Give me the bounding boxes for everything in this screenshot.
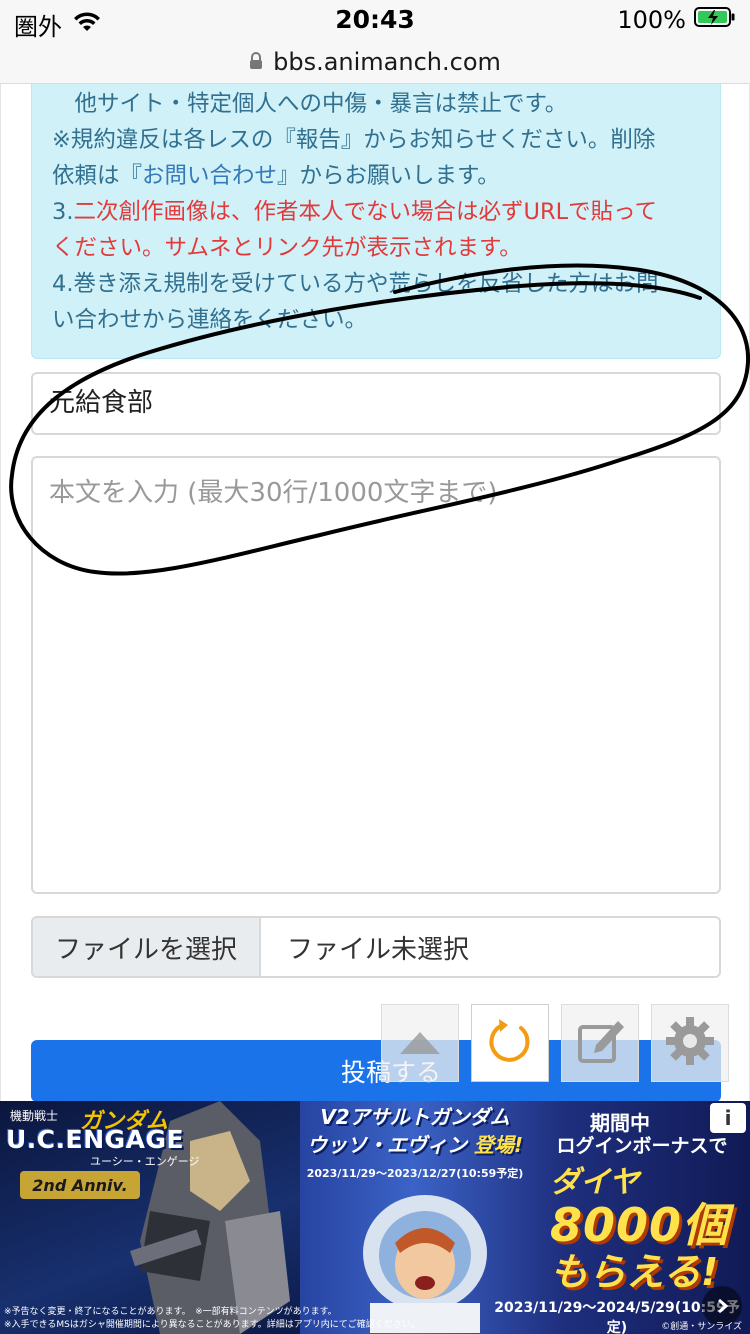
notice-warning-text: ください。サムネとリンク先が表示されます。 (52, 235, 522, 261)
ad-logo-small: 機動戦士 (10, 1109, 59, 1123)
notice-line: 4.巻き添え規制を受けている方や荒らしを反省した方はお問 (52, 271, 659, 297)
body-placeholder: 本文を入力 (最大30行/1000文字まで) (49, 478, 498, 508)
screen: 圏外 20:43 100% bbs.animanch.com 他サイト・特定個人… (0, 0, 750, 1334)
scroll-top-button[interactable] (381, 1004, 459, 1082)
ad-info-icon[interactable]: i (710, 1103, 746, 1133)
status-right: 100% (617, 6, 736, 34)
battery-percent: 100% (617, 6, 686, 34)
notice-warning-text: 二次創作画像は、作者本人でない場合は必ずURLで貼って (73, 199, 657, 225)
name-input[interactable]: 元給食部 (31, 372, 721, 435)
settings-button[interactable] (651, 1004, 729, 1082)
gear-icon (663, 1014, 717, 1072)
file-input[interactable]: ファイルを選択 ファイル未選択 (31, 916, 721, 978)
url-domain: bbs.animanch.com (273, 47, 501, 76)
ad-promo-cta: もらえる! (550, 1250, 719, 1294)
status-bar: 圏外 20:43 100% (0, 0, 750, 41)
refresh-icon (485, 1016, 535, 1070)
anniversary-badge: 2nd Anniv. (20, 1171, 140, 1199)
notice-line: 依頼は『お問い合わせ』からお願いします。 (52, 158, 720, 194)
ad-banner[interactable]: 機動戦士 ガンダム U.C.ENGAGE ユーシー・エンゲージ 2nd Anni… (0, 1101, 750, 1334)
ad-headline-line: ウッソ・エヴィン 登場! (300, 1131, 530, 1159)
ad-game-logo-area: 機動戦士 ガンダム U.C.ENGAGE ユーシー・エンゲージ 2nd Anni… (0, 1101, 300, 1334)
ad-promo-login: ログインボーナスで (556, 1135, 728, 1157)
notice-line: い合わせから連絡をください。 (52, 307, 368, 333)
notice-line-text: 依頼は『 (52, 163, 143, 189)
ad-logo-subtitle: ユーシー・エンゲージ (90, 1155, 200, 1168)
ad-headline-line: V2アサルトガンダム (320, 1105, 510, 1129)
ad-disclaimer: ※予告なく変更・終了になることがあります。 ※一部有料コンテンツがあります。 ※… (4, 1306, 544, 1332)
notice-line: ※規約違反は各レスの『報告』からお知らせください。削除 (52, 127, 656, 153)
notice-line: 3.二次創作画像は、作者本人でない場合は必ずURLで貼って (52, 194, 720, 230)
lock-icon (249, 48, 263, 76)
notice-line: 他サイト・特定個人への中傷・暴言は禁止です。 (52, 86, 720, 122)
edit-icon (574, 1015, 626, 1071)
arrow-up-icon (395, 1026, 445, 1060)
choose-file-button[interactable]: ファイルを選択 (33, 918, 261, 976)
url-bar[interactable]: bbs.animanch.com (0, 40, 750, 84)
edit-button[interactable] (561, 1004, 639, 1082)
ad-headline-tag: 登場! (473, 1133, 524, 1157)
file-status: ファイル未選択 (287, 934, 470, 965)
ad-copyright: ©創通・サンライズ (661, 1322, 742, 1332)
ad-headline: V2アサルトガンダム ウッソ・エヴィン 登場! (300, 1103, 530, 1159)
notice-line-number: 3. (52, 199, 74, 225)
notice-line-text: 他サイト・特定個人への中傷・暴言は禁止です。 (74, 91, 568, 117)
rules-notice: 他サイト・特定個人への中傷・暴言は禁止です。 ※規約違反は各レスの『報告』からお… (31, 84, 721, 359)
floating-toolbar (381, 1004, 729, 1082)
ad-disclaimer-line: ※予告なく変更・終了になることがあります。 ※一部有料コンテンツがあります。 (4, 1307, 337, 1317)
body-textarea[interactable]: 本文を入力 (最大30行/1000文字まで) (31, 456, 721, 894)
refresh-button[interactable] (471, 1004, 549, 1082)
contact-link[interactable]: お問い合わせ (142, 163, 277, 189)
ad-logo: U.C.ENGAGE (6, 1125, 185, 1154)
ad-disclaimer-line: ※入手できるMSはガシャ開催期間により異なることがあります。詳細はアプリ内にてご… (4, 1320, 420, 1330)
notice-line-text: 』からお願いします。 (277, 163, 500, 189)
ad-headline-name: ウッソ・エヴィン (306, 1133, 467, 1157)
ad-event-dates: 2023/11/29～2023/12/27(10:59予定) (306, 1167, 524, 1180)
battery-charging-icon (694, 6, 736, 34)
